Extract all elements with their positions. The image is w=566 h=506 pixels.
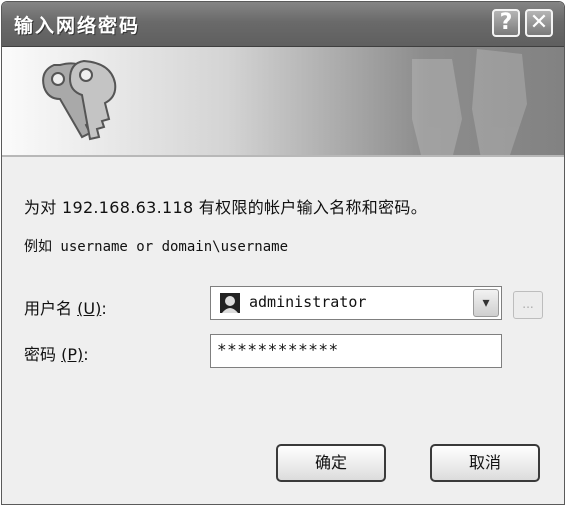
- network-password-dialog: 输入网络密码 ? ✕ 为对 192.168.63.118 有权限的帐户输入名称和…: [1, 1, 565, 505]
- password-field[interactable]: ************: [210, 334, 502, 368]
- title-bar[interactable]: 输入网络密码 ? ✕: [2, 2, 564, 47]
- instruction-text: 为对 192.168.63.118 有权限的帐户输入名称和密码。: [24, 198, 428, 217]
- password-label-text: 密码: [24, 345, 57, 364]
- username-mnemonic: (U): [77, 299, 102, 318]
- username-value: administrator: [249, 293, 367, 311]
- help-button[interactable]: ?: [492, 9, 520, 37]
- chevron-down-icon[interactable]: ▾: [473, 289, 499, 317]
- username-label-text: 用户名: [24, 299, 73, 318]
- ok-button[interactable]: 确定: [276, 444, 386, 482]
- username-label-colon: :: [101, 299, 107, 318]
- user-icon: [220, 293, 240, 313]
- password-value: ************: [217, 340, 339, 359]
- browse-button[interactable]: ...: [513, 291, 543, 319]
- dialog-title: 输入网络密码: [14, 15, 141, 37]
- username-combobox[interactable]: administrator ▾: [210, 286, 502, 320]
- example-text: 例如 username or domain\username: [24, 239, 289, 255]
- help-icon: ?: [499, 10, 513, 35]
- password-label: 密码 (P):: [24, 341, 89, 365]
- keys-watermark-icon: [412, 49, 527, 155]
- header-banner: [2, 47, 564, 157]
- username-label: 用户名 (U):: [24, 295, 107, 319]
- password-mnemonic: (P): [61, 345, 84, 364]
- password-label-colon: :: [83, 345, 89, 364]
- keys-icon: [42, 59, 117, 141]
- close-button[interactable]: ✕: [525, 9, 553, 37]
- dialog-body: 为对 192.168.63.118 有权限的帐户输入名称和密码。 例如 user…: [2, 157, 564, 504]
- close-icon: ✕: [529, 10, 549, 35]
- cancel-button[interactable]: 取消: [430, 444, 540, 482]
